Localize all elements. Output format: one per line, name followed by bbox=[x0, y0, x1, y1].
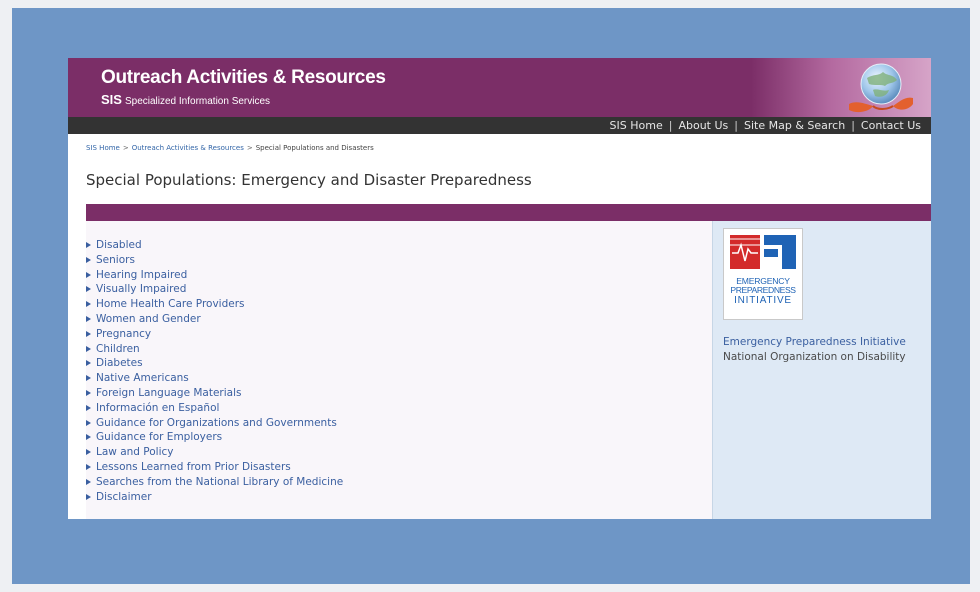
nav-sis-home[interactable]: SIS Home bbox=[610, 119, 663, 132]
topic-link[interactable]: Children bbox=[86, 342, 712, 357]
breadcrumb-current: Special Populations and Disasters bbox=[255, 144, 374, 152]
breadcrumb-sis-home[interactable]: SIS Home bbox=[86, 144, 120, 152]
topic-link-label: Pregnancy bbox=[96, 327, 152, 340]
section-band bbox=[86, 204, 931, 221]
bullet-arrow-icon bbox=[86, 360, 91, 367]
nav-about-us[interactable]: About Us bbox=[678, 119, 728, 132]
breadcrumb-separator: > bbox=[122, 144, 129, 152]
topic-link[interactable]: Law and Policy bbox=[86, 445, 712, 460]
topic-link-label: Searches from the National Library of Me… bbox=[96, 475, 344, 488]
breadcrumb: SIS Home > Outreach Activities & Resources… bbox=[86, 144, 374, 152]
topic-link[interactable]: Guidance for Organizations and Governmen… bbox=[86, 416, 712, 431]
page-title: Special Populations: Emergency and Disas… bbox=[86, 171, 532, 189]
bullet-arrow-icon bbox=[86, 463, 91, 470]
topic-link[interactable]: Women and Gender bbox=[86, 312, 712, 327]
site-subtitle: SIS Specialized Information Services bbox=[101, 92, 270, 107]
topic-link[interactable]: Diabetes bbox=[86, 356, 712, 371]
main-content: Disabled Seniors Hearing Impaired Visually … bbox=[86, 221, 712, 519]
topic-link[interactable]: Disabled bbox=[86, 238, 712, 253]
topic-link[interactable]: Home Health Care Providers bbox=[86, 297, 712, 312]
bullet-arrow-icon bbox=[86, 375, 91, 382]
topic-link[interactable]: Foreign Language Materials bbox=[86, 386, 712, 401]
topic-link[interactable]: Pregnancy bbox=[86, 327, 712, 342]
bullet-arrow-icon bbox=[86, 286, 91, 293]
epi-link[interactable]: Emergency Preparedness Initiative bbox=[723, 336, 906, 348]
bullet-arrow-icon bbox=[86, 404, 91, 411]
nav-separator: | bbox=[668, 119, 673, 132]
topic-link-label: Disclaimer bbox=[96, 490, 152, 503]
topic-link-label: Children bbox=[96, 342, 140, 355]
topic-link[interactable]: Guidance for Employers bbox=[86, 430, 712, 445]
epi-logo-line-3: INITIATIVE bbox=[734, 295, 792, 306]
topic-link[interactable]: Searches from the National Library of Me… bbox=[86, 475, 712, 490]
epi-logo-text: EMERGENCY PREPAREDNESS INITIATIVE bbox=[724, 277, 802, 307]
topic-link-label: Foreign Language Materials bbox=[96, 386, 242, 399]
bullet-arrow-icon bbox=[86, 389, 91, 396]
epi-logo-line-2: PREPAREDNESS bbox=[730, 285, 796, 295]
bullet-arrow-icon bbox=[86, 345, 91, 352]
outer-frame: Outreach Activities & Resources SIS Speci… bbox=[12, 8, 970, 584]
bullet-arrow-icon bbox=[86, 301, 91, 308]
topic-link-label: Hearing Impaired bbox=[96, 268, 188, 281]
topic-link-label: Native Americans bbox=[96, 372, 189, 385]
bullet-arrow-icon bbox=[86, 315, 91, 322]
nav-contact-us[interactable]: Contact Us bbox=[861, 119, 921, 132]
bullet-arrow-icon bbox=[86, 419, 91, 426]
bullet-arrow-icon bbox=[86, 256, 91, 263]
topic-link-label: Visually Impaired bbox=[96, 283, 187, 296]
nav-separator: | bbox=[734, 119, 738, 132]
topic-link[interactable]: Lessons Learned from Prior Disasters bbox=[86, 460, 712, 475]
bullet-arrow-icon bbox=[86, 478, 91, 485]
bullet-arrow-icon bbox=[86, 434, 91, 441]
topic-link[interactable]: Native Americans bbox=[86, 371, 712, 386]
nav-site-map-search[interactable]: Site Map & Search bbox=[744, 119, 845, 132]
topic-link[interactable]: Hearing Impaired bbox=[86, 268, 712, 283]
globe-hands-icon bbox=[849, 63, 913, 113]
topic-link-list: Disabled Seniors Hearing Impaired Visually … bbox=[86, 221, 712, 504]
topic-link-label: Guidance for Organizations and Governmen… bbox=[96, 416, 337, 429]
bullet-arrow-icon bbox=[86, 449, 91, 456]
bullet-arrow-icon bbox=[86, 271, 91, 278]
topic-link[interactable]: Seniors bbox=[86, 253, 712, 268]
subtitle-abbr: SIS bbox=[101, 92, 122, 107]
epi-logo[interactable]: EMERGENCY PREPAREDNESS INITIATIVE bbox=[723, 228, 803, 320]
top-navigation: SIS Home | About Us | Site Map & Search | Cont… bbox=[68, 117, 931, 134]
topic-link-label: Guidance for Employers bbox=[96, 431, 223, 444]
breadcrumb-separator: > bbox=[246, 144, 253, 152]
topic-link-label: Law and Policy bbox=[96, 446, 174, 459]
bullet-arrow-icon bbox=[86, 242, 91, 248]
bullet-arrow-icon bbox=[86, 493, 91, 500]
banner-graphic bbox=[751, 58, 931, 117]
web-page: Outreach Activities & Resources SIS Speci… bbox=[68, 58, 931, 519]
epi-emblem-icon bbox=[729, 233, 797, 271]
breadcrumb-outreach[interactable]: Outreach Activities & Resources bbox=[132, 144, 244, 152]
topic-link-label: Diabetes bbox=[96, 357, 143, 370]
topic-link-label: Información en Español bbox=[96, 401, 220, 414]
site-banner: Outreach Activities & Resources SIS Speci… bbox=[68, 58, 931, 117]
top-nav-links: SIS Home | About Us | Site Map & Search | Cont… bbox=[610, 119, 921, 132]
nav-separator: | bbox=[851, 119, 855, 132]
topic-link[interactable]: Visually Impaired bbox=[86, 282, 712, 297]
subtitle-text: Specialized Information Services bbox=[124, 96, 271, 107]
topic-link-label: Lessons Learned from Prior Disasters bbox=[96, 460, 291, 473]
sidebar: EMERGENCY PREPAREDNESS INITIATIVE Emerge… bbox=[712, 221, 931, 519]
bullet-arrow-icon bbox=[86, 330, 91, 337]
topic-link-label: Women and Gender bbox=[96, 312, 201, 325]
topic-link[interactable]: Información en Español bbox=[86, 401, 712, 416]
epi-organization: National Organization on Disability bbox=[723, 351, 906, 363]
topic-link-label: Disabled bbox=[96, 239, 142, 251]
topic-link-label: Seniors bbox=[96, 253, 135, 266]
topic-link[interactable]: Disclaimer bbox=[86, 490, 712, 505]
site-title: Outreach Activities & Resources bbox=[101, 67, 386, 88]
topic-link-label: Home Health Care Providers bbox=[96, 298, 245, 311]
